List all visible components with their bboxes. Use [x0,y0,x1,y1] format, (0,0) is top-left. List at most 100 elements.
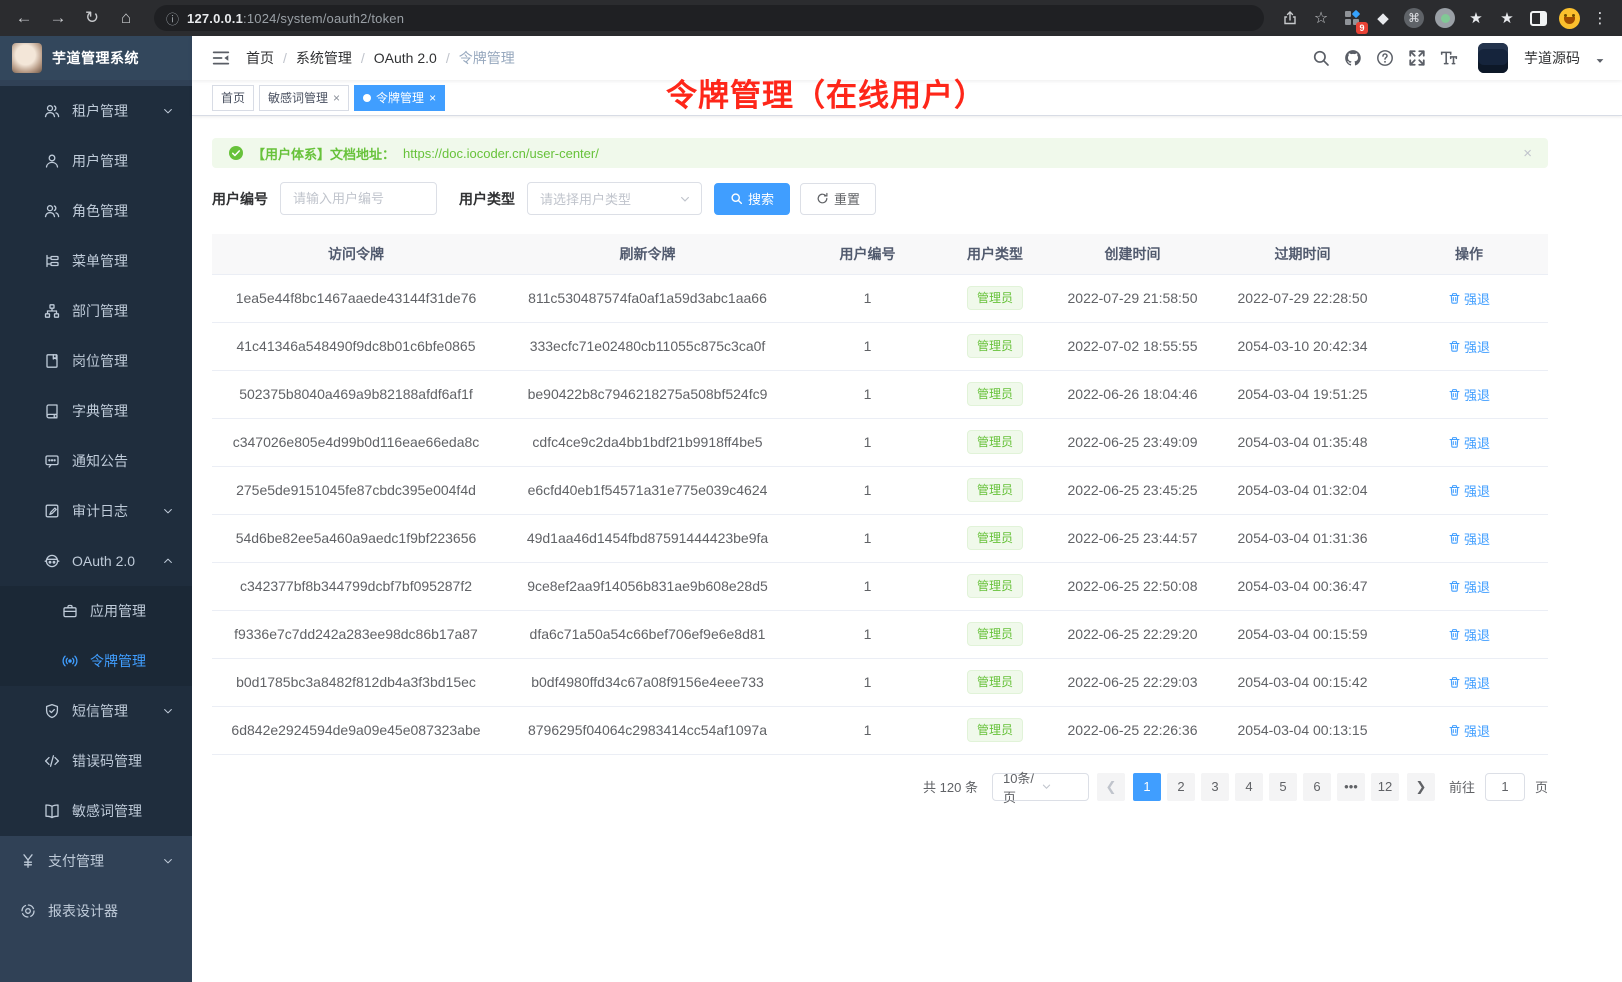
sidebar-item-2[interactable]: 角色管理 [0,186,192,236]
search-button[interactable]: 搜索 [714,183,790,215]
action-cell: 强退 [1390,706,1548,754]
fullscreen-icon[interactable] [1408,49,1426,67]
force-logout-button[interactable]: 强退 [1448,673,1490,692]
tab-close-icon[interactable]: × [333,91,340,105]
share-icon[interactable] [1278,6,1302,30]
browser-toolbar: ← → ↻ ⌂ ⓘ 127.0.0.1:1024/system/oauth2/t… [0,0,1622,36]
tab-1[interactable]: 敏感词管理× [259,85,349,111]
recorder-extension-icon[interactable] [1433,6,1457,30]
expire-time-cell: 2054-03-10 20:42:34 [1215,322,1390,370]
sidebar-item-16[interactable]: 报表设计器 [0,886,192,936]
force-logout-button[interactable]: 强退 [1448,577,1490,596]
force-logout-button[interactable]: 强退 [1448,385,1490,404]
user-type-cell: 管理员 [940,322,1050,370]
force-logout-button[interactable]: 强退 [1448,433,1490,452]
address-bar[interactable]: ⓘ 127.0.0.1:1024/system/oauth2/token [154,5,1264,31]
goto-page-input[interactable] [1485,773,1525,801]
command-extension-icon[interactable]: ⌘ [1402,6,1426,30]
expire-time-cell: 2022-07-29 22:28:50 [1215,274,1390,322]
page-button-12[interactable]: 12 [1371,773,1399,801]
user-type-label: 用户类型 [459,189,515,209]
tab-2[interactable]: 令牌管理× [354,85,445,111]
sidebar-item-14[interactable]: 敏感词管理 [0,786,192,836]
force-logout-button[interactable]: 强退 [1448,721,1490,740]
sidebar-item-11[interactable]: 令牌管理 [0,636,192,686]
refresh-token-cell: dfa6c71a50a54c66bef706ef9e6e8d81 [500,610,795,658]
briefcase-icon [62,603,78,619]
breadcrumb-item-2[interactable]: OAuth 2.0 [374,50,437,66]
sidebar-item-7[interactable]: 通知公告 [0,436,192,486]
sidebar-item-8[interactable]: 审计日志 [0,486,192,536]
collapse-menu-icon[interactable] [212,49,230,67]
page-button-1[interactable]: 1 [1133,773,1161,801]
reload-icon[interactable]: ↻ [78,4,106,32]
profile-avatar[interactable] [1557,6,1581,30]
sidebar-item-5[interactable]: 岗位管理 [0,336,192,386]
sidebar-item-12[interactable]: 短信管理 [0,686,192,736]
alert-doc-link[interactable]: https://doc.iocoder.cn/user-center/ [403,146,599,161]
breadcrumb-item-0[interactable]: 首页 [246,48,274,68]
sidebar-item-10[interactable]: 应用管理 [0,586,192,636]
github-icon[interactable] [1344,49,1362,67]
page-button-4[interactable]: 4 [1235,773,1263,801]
page-info-icon[interactable]: ⓘ [166,9,179,28]
column-header: 刷新令牌 [500,234,795,274]
search-icon[interactable] [1312,49,1330,67]
user-id-input[interactable] [280,182,437,215]
font-size-icon[interactable] [1440,49,1458,67]
user-type-select[interactable]: 请选择用户类型 [527,182,702,215]
extensions-icon[interactable]: 9 [1340,6,1364,30]
bookmark-star-icon[interactable]: ☆ [1309,6,1333,30]
user-type-cell: 管理员 [940,466,1050,514]
page-buttons: 123456•••12 [1133,773,1399,801]
user-name[interactable]: 芋道源码 [1524,48,1580,68]
home-icon[interactable]: ⌂ [112,4,140,32]
page-button-6[interactable]: 6 [1303,773,1331,801]
force-logout-button[interactable]: 强退 [1448,337,1490,356]
sidebar-item-label: 岗位管理 [72,351,128,371]
sidebar-item-15[interactable]: 支付管理 [0,836,192,886]
white-star-extension-icon[interactable]: ★ [1495,6,1519,30]
sidebar-item-0[interactable]: 租户管理 [0,86,192,136]
force-logout-button[interactable]: 强退 [1448,289,1490,308]
tab-close-icon[interactable]: × [429,91,436,105]
sidebar-item-13[interactable]: 错误码管理 [0,736,192,786]
next-page-button[interactable]: ❯ [1407,773,1435,801]
caret-down-icon[interactable] [1594,55,1606,67]
forward-icon[interactable]: → [44,4,72,32]
sidebar-item-label: 审计日志 [72,501,128,521]
access-token-cell: 275e5de9151045fe87cbdc395e004f4d [212,466,500,514]
alert-close-icon[interactable]: × [1523,145,1532,162]
help-icon[interactable] [1376,49,1394,67]
back-icon[interactable]: ← [10,4,38,32]
page-size-select[interactable]: 10条/页 [992,773,1089,801]
sidebar-item-6[interactable]: 字典管理 [0,386,192,436]
force-logout-button[interactable]: 强退 [1448,625,1490,644]
browser-menu-icon[interactable]: ⋮ [1588,6,1612,30]
created-time-cell: 2022-06-26 18:04:46 [1050,370,1215,418]
user-id-cell: 1 [795,562,940,610]
sidebar-item-3[interactable]: 菜单管理 [0,236,192,286]
app-logo-row[interactable]: 芋道管理系统 [0,36,192,80]
user-avatar[interactable] [1478,43,1508,73]
trash-icon [1448,484,1461,497]
page-button-3[interactable]: 3 [1201,773,1229,801]
prev-page-button[interactable]: ❮ [1097,773,1125,801]
tab-0[interactable]: 首页 [212,85,254,111]
sidebar-item-9[interactable]: OAuth 2.0 [0,536,192,586]
force-logout-button[interactable]: 强退 [1448,529,1490,548]
more-pages-button[interactable]: ••• [1337,773,1365,801]
gem-extension-icon[interactable]: ◆ [1371,6,1395,30]
user-type-tag: 管理员 [967,670,1023,694]
side-panel-icon[interactable] [1526,6,1550,30]
sidebar-item-4[interactable]: 部门管理 [0,286,192,336]
breadcrumb-item-1[interactable]: 系统管理 [296,48,352,68]
force-logout-button[interactable]: 强退 [1448,481,1490,500]
trash-icon [1448,292,1461,305]
green-star-extension-icon[interactable]: ★ [1464,6,1488,30]
page-button-2[interactable]: 2 [1167,773,1195,801]
reset-button[interactable]: 重置 [800,183,876,215]
sidebar-item-1[interactable]: 用户管理 [0,136,192,186]
page-button-5[interactable]: 5 [1269,773,1297,801]
chevron-down-icon [162,705,174,717]
